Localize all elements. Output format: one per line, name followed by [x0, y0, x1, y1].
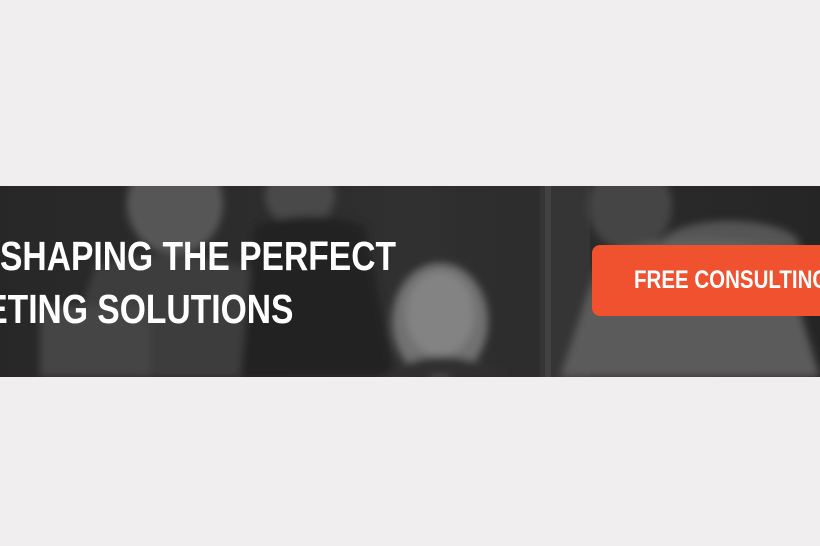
hero-banner: SHAPING THE PERFECT ETING SOLUTIONS FREE…	[0, 186, 820, 377]
free-consulting-button[interactable]: FREE CONSULTING	[592, 245, 820, 316]
hero-headline: SHAPING THE PERFECT ETING SOLUTIONS	[0, 230, 396, 336]
hero-headline-line-2: ETING SOLUTIONS	[0, 286, 294, 332]
free-consulting-button-label: FREE CONSULTING	[634, 266, 820, 294]
hero-headline-line-1: SHAPING THE PERFECT	[0, 233, 397, 279]
